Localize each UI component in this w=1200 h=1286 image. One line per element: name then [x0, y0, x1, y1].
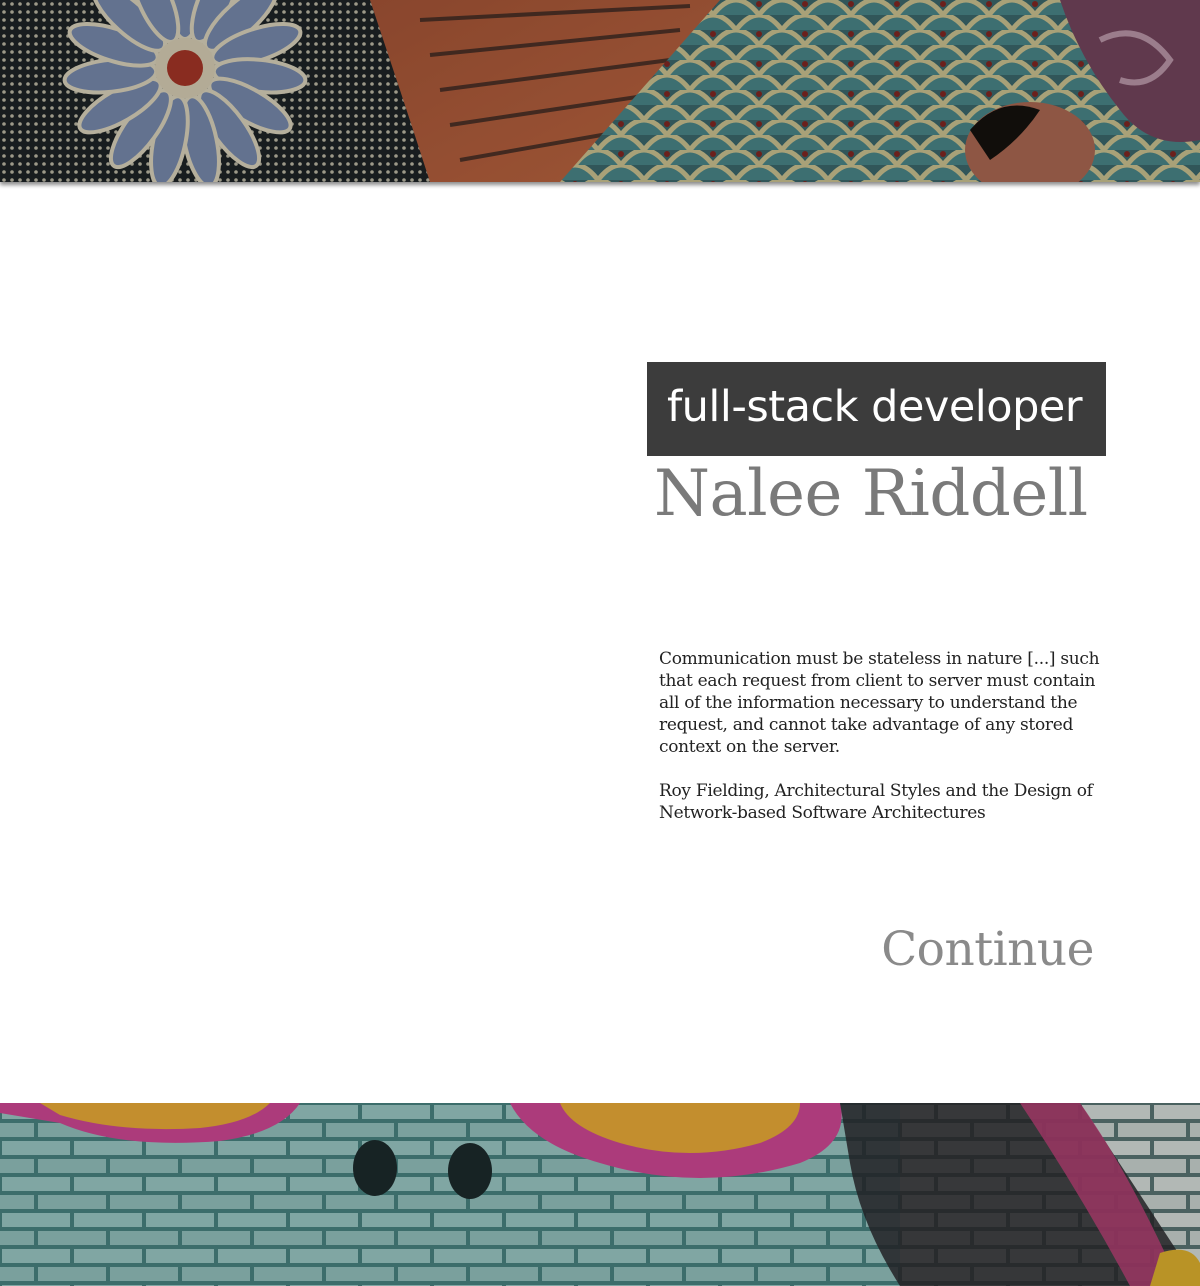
bottom-decorative-banner — [0, 1103, 1200, 1286]
ceramic-mural-image — [0, 0, 1200, 182]
quote-block: Communication must be stateless in natur… — [659, 648, 1109, 824]
role-badge: full-stack developer — [647, 362, 1106, 456]
landing-page: full-stack developer Nalee Riddell Commu… — [0, 0, 1200, 1286]
top-decorative-banner — [0, 0, 1200, 182]
graffiti-wall-image — [0, 1103, 1200, 1286]
person-name-heading: Nalee Riddell — [654, 457, 1088, 531]
quote-text: Communication must be stateless in natur… — [659, 649, 1100, 757]
continue-link[interactable]: Continue — [880, 918, 1094, 982]
quote-attribution: Roy Fielding, Architectural Styles and t… — [659, 781, 1093, 823]
